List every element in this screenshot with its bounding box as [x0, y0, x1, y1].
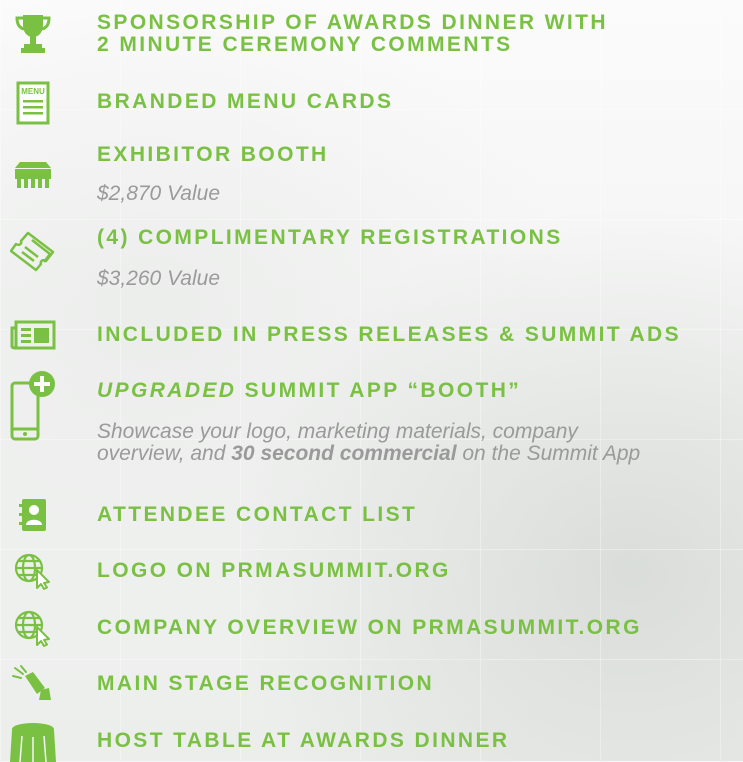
table-icon: [8, 722, 58, 762]
benefit-title-emphasis: UPGRADED: [97, 379, 237, 402]
benefit-title: EXHIBITOR BOOTH: [97, 143, 329, 166]
globe-cursor-icon: [8, 552, 58, 590]
svg-text:MENU: MENU: [21, 87, 45, 96]
benefit-title: MAIN STAGE RECOGNITION: [97, 672, 435, 695]
benefit-title: BRANDED MENU CARDS: [97, 90, 394, 113]
description-bold-text: 30 second commercial: [231, 442, 457, 465]
benefit-description-line2: overview, and 30 second commercial on th…: [97, 443, 640, 465]
benefit-title-line1: SPONSORSHIP OF AWARDS DINNER WITH: [97, 11, 608, 34]
menu-card-icon: MENU: [8, 81, 58, 125]
benefit-title: UPGRADED SUMMIT APP “BOOTH”: [97, 380, 521, 402]
benefit-title-rest: SUMMIT APP “BOOTH”: [236, 379, 522, 402]
benefit-title: ATTENDEE CONTACT LIST: [97, 503, 418, 526]
benefit-title: LOGO ON PRMASUMMIT.ORG: [97, 559, 451, 582]
benefit-title-line2: 2 MINUTE CEREMONY COMMENTS: [97, 33, 513, 56]
benefit-title: COMPANY OVERVIEW ON PRMASUMMIT.ORG: [97, 616, 642, 639]
description-text: overview, and: [97, 442, 232, 465]
description-text: on the Summit App: [456, 442, 641, 465]
contact-book-icon: [8, 498, 58, 532]
tickets-icon: [8, 229, 58, 279]
benefit-description-line1: Showcase your logo, marketing materials,…: [97, 420, 578, 443]
benefit-title: (4) COMPLIMENTARY REGISTRATIONS: [97, 226, 563, 249]
trophy-icon: [8, 12, 58, 56]
benefit-value: $3,260 Value: [97, 267, 220, 290]
benefit-title: HOST TABLE AT AWARDS DINNER: [97, 729, 510, 752]
booth-icon: [8, 155, 58, 195]
benefit-value: $2,870 Value: [97, 182, 220, 205]
benefit-title: INCLUDED IN PRESS RELEASES & SUMMIT ADS: [97, 323, 682, 346]
globe-cursor-icon: [8, 609, 58, 647]
phone-plus-icon: [8, 368, 58, 444]
spotlight-icon: [8, 664, 58, 704]
newspaper-icon: [8, 317, 58, 353]
